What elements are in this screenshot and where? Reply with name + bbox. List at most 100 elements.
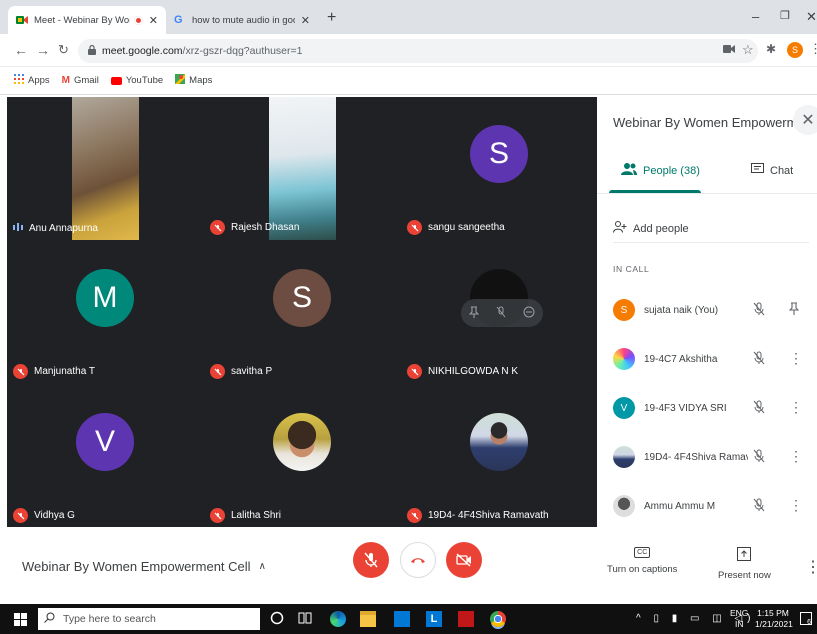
- participant-row[interactable]: S sujata naik (You): [613, 294, 813, 326]
- muted-icon: [407, 364, 422, 379]
- more-options-icon[interactable]: ⋮: [789, 351, 803, 365]
- profile-avatar[interactable]: S: [787, 42, 803, 58]
- participant-name: Vidhya G: [34, 510, 75, 521]
- notifications-icon[interactable]: 6: [800, 612, 812, 626]
- add-people-button[interactable]: Add people: [613, 221, 689, 236]
- bookmark-maps[interactable]: Maps: [175, 74, 212, 87]
- bookmarks-bar: Apps M Gmail YouTube Maps: [0, 67, 817, 95]
- more-options-icon[interactable]: ⋮: [789, 400, 803, 414]
- participant-avatar: [613, 348, 635, 370]
- participant-tile[interactable]: V Vidhya G: [7, 385, 203, 527]
- camera-permission-icon[interactable]: [723, 44, 735, 57]
- participant-tile[interactable]: S sangu sangeetha: [401, 97, 597, 240]
- tab-search[interactable]: G how to mute audio in google me ✕: [166, 6, 318, 34]
- menu-icon[interactable]: ⋮: [809, 41, 817, 57]
- bookmark-gmail[interactable]: M Gmail: [62, 75, 99, 86]
- more-options-icon[interactable]: ⋮: [789, 498, 803, 512]
- section-label: IN CALL: [613, 264, 650, 274]
- search-icon: [44, 612, 55, 626]
- tab-chat[interactable]: Chat: [751, 163, 793, 178]
- mcafee-icon[interactable]: [458, 611, 474, 627]
- bookmark-label: Gmail: [74, 75, 99, 86]
- back-icon[interactable]: ←: [14, 42, 28, 58]
- participant-name: 19-4C7 Akshitha: [644, 353, 718, 365]
- participant-avatar: V: [613, 397, 635, 419]
- search-placeholder: Type here to search: [63, 613, 156, 625]
- star-icon[interactable]: ☆: [742, 42, 754, 58]
- mic-off-icon: [753, 449, 765, 466]
- present-button[interactable]: Present now: [718, 547, 771, 581]
- participant-tile[interactable]: 19D4- 4F4Shiva Ramavath: [401, 385, 597, 527]
- clock[interactable]: 1:15 PM 1/21/2021: [755, 608, 793, 630]
- participant-tile[interactable]: Anu Annapurna: [7, 97, 203, 240]
- more-options-icon[interactable]: ⋮: [805, 557, 817, 577]
- language-indicator[interactable]: ENG IN: [730, 608, 748, 630]
- close-tab-icon[interactable]: ✕: [301, 14, 310, 27]
- present-icon: [737, 547, 752, 564]
- participant-avatar: [613, 495, 635, 517]
- remove-icon[interactable]: [523, 306, 535, 321]
- meeting-details-button[interactable]: Webinar By Women Empowerment Cell ∧: [22, 559, 266, 574]
- url-path: /xrz-gszr-dqg?authuser=1: [182, 45, 303, 57]
- panel-title: Webinar By Women Empowerment Cell: [613, 115, 793, 130]
- tile-hover-controls: [461, 299, 543, 327]
- pin-icon[interactable]: [788, 302, 800, 317]
- participant-photo: [273, 413, 331, 471]
- youtube-icon: [110, 76, 122, 85]
- cortana-icon[interactable]: [270, 611, 286, 627]
- forward-icon[interactable]: →: [36, 42, 50, 58]
- restore-button[interactable]: ❐: [780, 9, 790, 22]
- participant-name: Anu Annapurna: [29, 223, 98, 234]
- mute-participant-icon[interactable]: [496, 306, 506, 321]
- participant-name: Lalitha Shri: [231, 510, 282, 521]
- clock-date: 1/21/2021: [755, 619, 793, 629]
- tab-title: how to mute audio in google me: [192, 14, 295, 26]
- close-panel-icon[interactable]: ✕: [793, 105, 817, 135]
- leave-call-button[interactable]: [400, 542, 436, 578]
- participant-row[interactable]: Ammu Ammu M ⋮: [613, 490, 813, 522]
- speaking-indicator-icon: [13, 222, 23, 235]
- url-host: meet.google.com: [102, 45, 183, 57]
- participant-row[interactable]: V 19-4F3 VIDYA SRI ⋮: [613, 392, 813, 424]
- muted-icon: [210, 508, 225, 523]
- captions-button[interactable]: CC Turn on captions: [607, 547, 677, 575]
- reload-icon[interactable]: ↻: [58, 42, 69, 58]
- bookmark-apps[interactable]: Apps: [14, 74, 50, 87]
- url-field[interactable]: meet.google.com /xrz-gszr-dqg?authuser=1: [78, 39, 758, 63]
- participant-row[interactable]: 19-4C7 Akshitha ⋮: [613, 343, 813, 375]
- meeting-title: Webinar By Women Empowerment Cell: [22, 559, 251, 574]
- close-tab-icon[interactable]: ✕: [149, 14, 158, 27]
- windows-start-icon[interactable]: [14, 613, 27, 629]
- more-options-icon[interactable]: ⋮: [789, 449, 803, 463]
- taskbar-search-input[interactable]: Type here to search: [38, 608, 260, 630]
- bookmark-youtube[interactable]: YouTube: [110, 75, 164, 86]
- participant-tile[interactable]: M Manjunatha T: [7, 241, 203, 384]
- camera-toggle-button[interactable]: [446, 542, 482, 578]
- file-explorer-icon[interactable]: [360, 611, 376, 627]
- tab-meet[interactable]: Meet - Webinar By Women E ✕: [8, 6, 166, 34]
- app-l-icon[interactable]: L: [426, 611, 442, 627]
- add-people-label: Add people: [633, 222, 689, 235]
- edge-icon[interactable]: [330, 611, 346, 627]
- participant-tile[interactable]: NIKHILGOWDA N K: [401, 241, 597, 384]
- tab-chat-label: Chat: [770, 164, 794, 177]
- bookmark-label: YouTube: [125, 75, 164, 86]
- tab-people[interactable]: People (38): [621, 163, 700, 178]
- participant-avatar: S: [273, 269, 331, 327]
- mic-toggle-button[interactable]: [353, 542, 389, 578]
- extensions-icon[interactable]: ✱: [766, 42, 776, 56]
- new-tab-button[interactable]: +: [327, 9, 336, 27]
- participant-tile[interactable]: Rajesh Dhasan: [204, 97, 400, 240]
- mail-icon[interactable]: [394, 611, 410, 627]
- task-view-icon[interactable]: [298, 611, 314, 627]
- participant-tile[interactable]: S savitha P: [204, 241, 400, 384]
- participant-tile[interactable]: Lalitha Shri: [204, 385, 400, 527]
- chrome-icon[interactable]: [490, 611, 506, 627]
- close-window-button[interactable]: ✕: [806, 9, 817, 25]
- pin-icon[interactable]: [469, 305, 480, 321]
- minimize-button[interactable]: –: [752, 9, 759, 24]
- participant-row[interactable]: 19D4- 4F4Shiva Ramavath ⋮: [613, 441, 813, 473]
- participant-avatar: [613, 446, 635, 468]
- tab-people-label: People (38): [643, 164, 700, 177]
- recording-dot-icon: [133, 15, 143, 25]
